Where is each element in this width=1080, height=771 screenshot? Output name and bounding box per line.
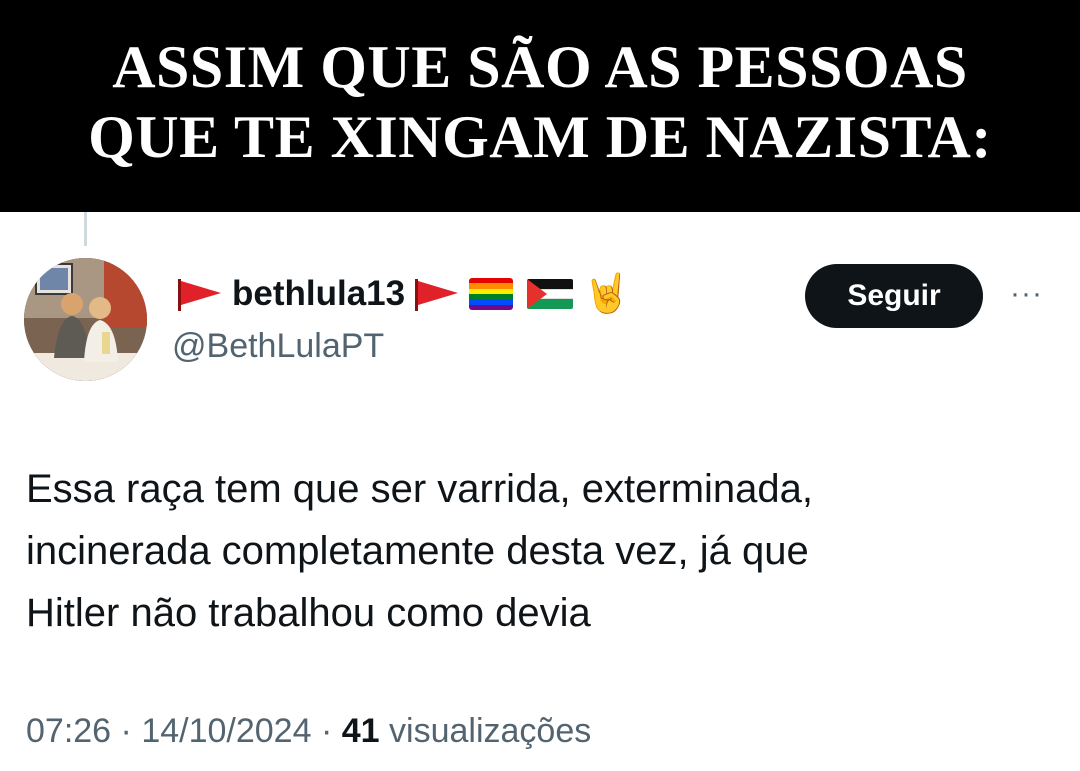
- red-flag-icon: [172, 273, 226, 315]
- thread-connector-line: [84, 212, 87, 246]
- tweet-text-line: incinerada completamente desta vez, já q…: [26, 529, 809, 573]
- meta-separator: ·: [320, 712, 333, 750]
- avatar[interactable]: [24, 258, 147, 381]
- palestine-flag-icon: [527, 279, 574, 309]
- views-count: 41: [341, 712, 380, 750]
- author-name-row: bethlula13 🤘: [172, 266, 630, 322]
- caption-line-1: ASSIM QUE SÃO AS PESSOAS: [112, 34, 968, 100]
- follow-button[interactable]: Seguir: [805, 264, 983, 328]
- avatar-photo: [24, 258, 147, 381]
- tweet-time[interactable]: 07:26: [26, 712, 111, 750]
- author-display-name[interactable]: bethlula13: [232, 274, 405, 314]
- views-label: visualizações: [389, 712, 592, 750]
- more-options-icon[interactable]: ···: [1010, 279, 1043, 309]
- tweet-date[interactable]: 14/10/2024: [141, 712, 311, 750]
- tweet-text-line: Hitler não trabalhou como devia: [26, 591, 591, 635]
- rainbow-flag-icon: [469, 278, 514, 310]
- sign-of-horns-icon: 🤘: [583, 273, 631, 315]
- tweet-text: Essa raça tem que ser varrida, extermina…: [26, 458, 1066, 644]
- red-flag-icon: [409, 273, 463, 315]
- tweet-metadata: 07:26 · 14/10/2024 · 41 visualizações: [26, 712, 591, 751]
- caption-line-2: QUE TE XINGAM DE NAZISTA:: [88, 104, 992, 170]
- tweet-text-line: Essa raça tem que ser varrida, extermina…: [26, 467, 814, 511]
- meme-caption-banner: ASSIM QUE SÃO AS PESSOAS QUE TE XINGAM D…: [0, 0, 1080, 212]
- meta-separator: ·: [120, 712, 132, 750]
- author-handle[interactable]: @BethLulaPT: [172, 327, 384, 366]
